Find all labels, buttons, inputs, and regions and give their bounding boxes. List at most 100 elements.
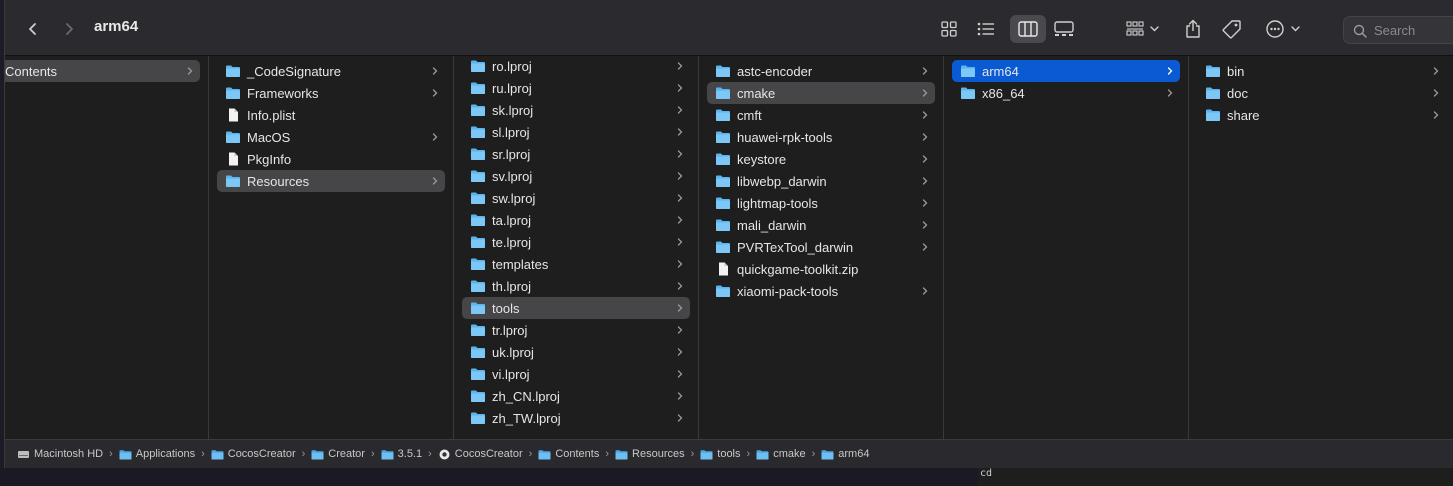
breadcrumb-item[interactable]: CocosCreator › (211, 448, 312, 460)
document-icon (229, 152, 238, 166)
breadcrumb-item[interactable]: Creator › (311, 448, 380, 460)
list-item[interactable]: quickgame-toolkit.zip (707, 258, 935, 280)
chevron-right-icon (432, 67, 438, 75)
item-label: keystore (737, 151, 787, 167)
app-icon (439, 449, 450, 459)
list-item[interactable]: arm64 (952, 60, 1180, 82)
list-view-button[interactable] (975, 17, 997, 41)
chevron-right-icon (677, 128, 683, 136)
list-item[interactable]: ru.lproj (462, 77, 690, 99)
list-item[interactable]: keystore (707, 148, 935, 170)
list-item[interactable]: bin (1197, 60, 1446, 82)
folder-icon (1206, 65, 1220, 77)
list-item[interactable]: MacOS (217, 126, 445, 148)
breadcrumb-item[interactable]: Resources › (615, 448, 700, 460)
list-item[interactable]: zh_CN.lproj (462, 385, 690, 407)
terminal-peek: cd (978, 468, 1453, 486)
folder-icon (1206, 109, 1220, 121)
chevron-right-icon (922, 221, 928, 229)
list-item[interactable]: Frameworks (217, 82, 445, 104)
list-item[interactable]: cmft (707, 104, 935, 126)
list-item[interactable]: sv.lproj (462, 165, 690, 187)
column-4[interactable]: astc-encoder cmake cmft huawei-rpk-tools key… (699, 56, 944, 439)
breadcrumb-item[interactable]: CocosCreator › (438, 448, 539, 460)
list-item[interactable]: Resources (217, 170, 445, 192)
search-icon (1353, 24, 1367, 38)
item-label: lightmap-tools (737, 195, 818, 211)
item-label: vi.lproj (492, 366, 530, 382)
breadcrumb-item[interactable]: Macintosh HD › (17, 448, 119, 460)
chevron-right-icon (677, 282, 683, 290)
list-item[interactable]: ta.lproj (462, 209, 690, 231)
list-item[interactable]: th.lproj (462, 275, 690, 297)
chevron-right-icon (922, 243, 928, 251)
chevron-right-icon (677, 238, 683, 246)
share-button[interactable] (1183, 17, 1203, 41)
chevron-right-icon (1433, 89, 1439, 97)
column-browser: Contents _CodeSignature Frameworks Info.pl… (5, 56, 1453, 439)
list-item[interactable]: sk.lproj (462, 99, 690, 121)
item-label: cmake (737, 85, 776, 101)
item-label: sv.lproj (492, 168, 533, 184)
list-item[interactable]: share (1197, 104, 1446, 126)
breadcrumb-label: Macintosh HD (34, 448, 104, 460)
list-item[interactable]: sw.lproj (462, 187, 690, 209)
path-bar: Macintosh HD › Applications › CocosCreator › C… (5, 439, 1453, 468)
more-actions-button[interactable] (1265, 17, 1305, 41)
list-item[interactable]: doc (1197, 82, 1446, 104)
tag-icon (1222, 20, 1241, 39)
folder-icon (756, 449, 769, 459)
list-item[interactable]: sr.lproj (462, 143, 690, 165)
list-item[interactable]: zh_TW.lproj (462, 407, 690, 429)
list-item[interactable]: vi.lproj (462, 363, 690, 385)
forward-button[interactable] (57, 17, 81, 41)
list-item[interactable]: Info.plist (217, 104, 445, 126)
list-item[interactable]: tools (462, 297, 690, 319)
icon-view-button[interactable] (939, 17, 959, 41)
breadcrumb-item[interactable]: cmake › (756, 448, 821, 460)
breadcrumb-item[interactable]: Applications › (119, 448, 211, 460)
column-5[interactable]: arm64 x86_64 (944, 56, 1189, 439)
back-button[interactable] (21, 17, 45, 41)
chevron-right-icon (66, 23, 73, 35)
breadcrumb-item[interactable]: 3.5.1 › (381, 448, 438, 460)
breadcrumb-item[interactable]: tools › (700, 448, 756, 460)
chevron-right-icon (922, 67, 928, 75)
tag-button[interactable] (1221, 17, 1243, 41)
breadcrumb-item[interactable]: Contents › (538, 448, 615, 460)
column-6[interactable]: bin doc share (1189, 56, 1453, 439)
column-view-button[interactable] (1016, 17, 1040, 41)
list-item[interactable]: huawei-rpk-tools (707, 126, 935, 148)
column-1[interactable]: Contents (5, 56, 209, 439)
list-item[interactable]: cmake (707, 82, 935, 104)
list-item[interactable]: lightmap-tools (707, 192, 935, 214)
column-3[interactable]: ro.lproj ru.lproj sk.lproj sl.lproj sr.lproj… (454, 56, 699, 439)
list-item[interactable]: libwebp_darwin (707, 170, 935, 192)
group-button[interactable] (1125, 17, 1161, 41)
list-item[interactable]: _CodeSignature (217, 60, 445, 82)
list-item[interactable]: ro.lproj (462, 56, 690, 77)
list-item[interactable]: PkgInfo (217, 148, 445, 170)
chevron-right-icon (677, 304, 683, 312)
item-label: Frameworks (247, 85, 319, 101)
chevron-right-icon (432, 133, 438, 141)
list-item[interactable]: x86_64 (952, 82, 1180, 104)
list-item[interactable]: astc-encoder (707, 60, 935, 82)
chevron-right-icon (922, 133, 928, 141)
list-item[interactable]: uk.lproj (462, 341, 690, 363)
item-label: sr.lproj (492, 146, 531, 162)
search-field[interactable]: Search (1343, 16, 1453, 44)
list-item[interactable]: templates (462, 253, 690, 275)
list-item[interactable]: te.lproj (462, 231, 690, 253)
gallery-view-button[interactable] (1053, 17, 1075, 41)
folder-icon (311, 449, 324, 459)
list-item[interactable]: Contents (5, 60, 200, 82)
list-item[interactable]: tr.lproj (462, 319, 690, 341)
list-item[interactable]: PVRTexTool_darwin (707, 236, 935, 258)
breadcrumb-item[interactable]: arm64 (821, 448, 869, 460)
list-item[interactable]: xiaomi-pack-tools (707, 280, 935, 302)
list-item[interactable]: mali_darwin (707, 214, 935, 236)
list-item[interactable]: sl.lproj (462, 121, 690, 143)
column-2[interactable]: _CodeSignature Frameworks Info.plist MacOS P… (209, 56, 454, 439)
breadcrumb-label: cmake (773, 448, 806, 460)
